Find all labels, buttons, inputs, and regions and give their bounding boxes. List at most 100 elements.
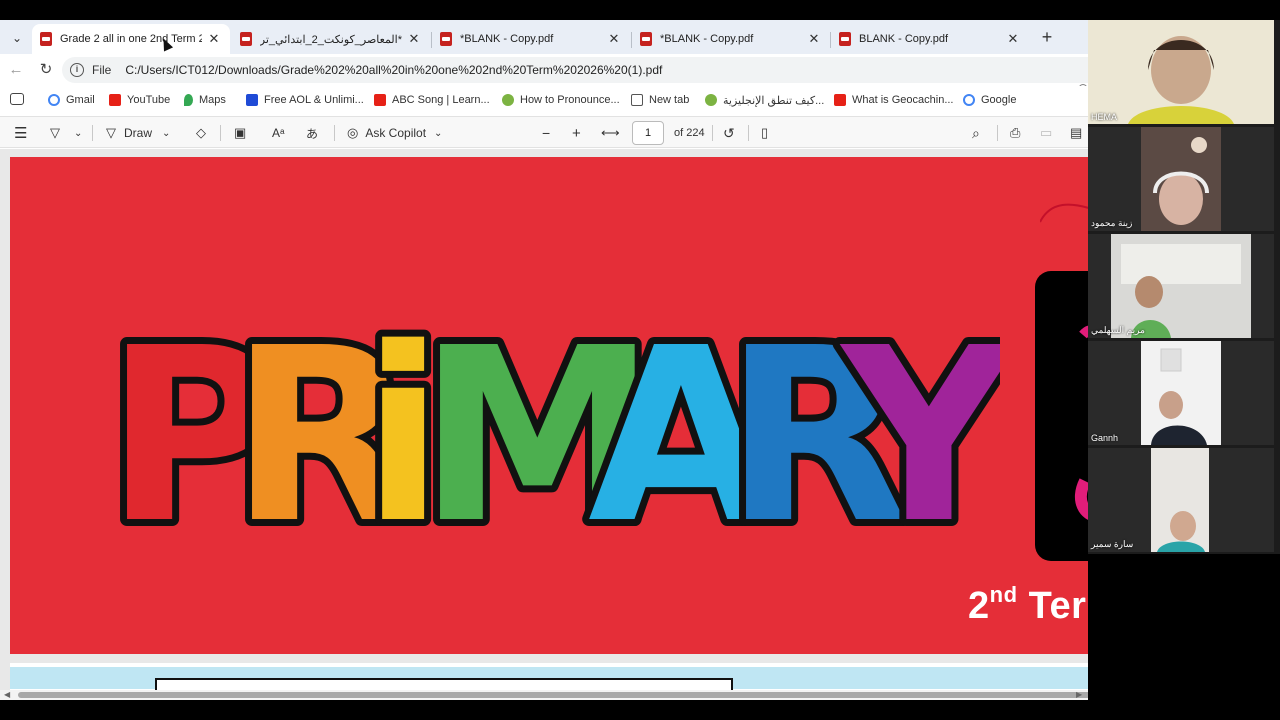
bookmark-label: How to Pronounce... xyxy=(520,94,620,106)
participant-tile[interactable]: Gannh xyxy=(1088,341,1274,445)
gmail-icon xyxy=(48,94,60,106)
toolbar-separator xyxy=(712,125,713,141)
eraser-icon[interactable]: ◇ xyxy=(196,124,206,142)
participant-tile[interactable]: HEMA xyxy=(1088,20,1274,124)
translate-icon[interactable]: あ xyxy=(306,124,318,142)
address-bar[interactable]: i File C:/Users/ICT012/Downloads/Grade%2… xyxy=(62,57,1088,83)
apps-icon[interactable] xyxy=(10,93,24,105)
bookmark-label: كيف تنطق الإنجليزية... xyxy=(723,94,825,107)
maps-icon xyxy=(184,94,193,106)
new-tab-plus-icon[interactable]: + xyxy=(1036,26,1058,48)
participant-name: سارة سمير xyxy=(1091,539,1134,549)
participant-name: زينة محمود xyxy=(1091,218,1133,228)
chevron-down-icon: ⌄ xyxy=(434,127,443,139)
tab-arabic-pdf[interactable]: *المعاصر_كونكت_2_ابتدائي_ترم_ثاني ✕ xyxy=(232,24,430,54)
google-icon xyxy=(963,94,975,106)
tab-blank-copy-2[interactable]: *BLANK - Copy.pdf ✕ xyxy=(632,24,830,54)
chevron-down-icon[interactable]: ⌄ xyxy=(74,124,82,142)
rotate-icon[interactable]: ↺ xyxy=(723,124,735,142)
scrollbar-thumb[interactable] xyxy=(18,692,1088,698)
tab-search-chevron-down-icon[interactable]: ⌄ xyxy=(4,26,30,50)
toolbar-separator xyxy=(997,125,998,141)
participant-tile[interactable]: سارة سمير xyxy=(1088,448,1274,552)
pdf-viewer[interactable]: P R i M A R Y 2nd Term 2026 xyxy=(0,149,1088,690)
draw-label: Draw xyxy=(124,126,153,140)
draw-button[interactable]: ▽ Draw ⌄ xyxy=(106,124,170,142)
participant-name: Gannh xyxy=(1091,433,1119,443)
tab-blank-copy-1[interactable]: *BLANK - Copy.pdf ✕ xyxy=(432,24,630,54)
aol-icon xyxy=(246,94,258,106)
page-number-input[interactable]: 1 xyxy=(632,121,664,145)
close-icon[interactable]: ✕ xyxy=(806,31,822,47)
bookmark-gmail[interactable]: Gmail xyxy=(48,92,95,108)
bookmark-youtube[interactable]: YouTube xyxy=(109,92,170,108)
print-icon[interactable]: ⎙ xyxy=(1010,124,1020,142)
bookmark-how-to-pronounce[interactable]: How to Pronounce... xyxy=(502,92,620,108)
participant-tile[interactable]: مريم السهلمي xyxy=(1088,234,1274,338)
draw-pen-icon: ▽ xyxy=(106,125,116,140)
youtube-icon xyxy=(374,94,386,106)
toolbar-separator xyxy=(92,125,93,141)
save-as-icon[interactable]: ▤ xyxy=(1070,124,1082,142)
tab-grade2-pdf[interactable]: Grade 2 all in one 2nd Term 2026 ✕ xyxy=(32,24,230,54)
participant-video xyxy=(1141,127,1221,231)
close-icon[interactable]: ✕ xyxy=(206,31,222,47)
bookmark-aol[interactable]: Free AOL & Unlimi... xyxy=(246,92,364,108)
search-icon[interactable]: ⌕ xyxy=(972,124,980,142)
primary-title-logo: P R i M A R Y xyxy=(100,289,1000,547)
bookmark-arabic-pronounce[interactable]: كيف تنطق الإنجليزية... xyxy=(705,92,824,108)
bookmark-google[interactable]: Google xyxy=(963,92,1016,108)
newtab-icon xyxy=(631,94,643,106)
participant-video xyxy=(1111,234,1251,338)
bookmarks-bar: Gmail YouTube Maps Free AOL & Unlimi... … xyxy=(0,86,1088,114)
participant-tile[interactable]: زينة محمود xyxy=(1088,127,1274,231)
highlight-icon[interactable]: ▽ xyxy=(50,124,60,142)
participant-video xyxy=(1141,341,1221,445)
zoom-in-button[interactable]: + xyxy=(572,124,581,142)
read-aloud-icon[interactable]: Aᵃ xyxy=(272,124,284,142)
fit-width-icon[interactable]: ⟷ xyxy=(601,124,620,142)
ask-copilot-button[interactable]: ◎ Ask Copilot ⌄ xyxy=(347,124,442,142)
address-toolbar: ← ↻ i File C:/Users/ICT012/Downloads/Gra… xyxy=(0,54,1088,86)
pdf-icon xyxy=(440,32,452,46)
term-label: 2nd Term 2026 xyxy=(968,582,1088,628)
toolbar-separator xyxy=(748,125,749,141)
participant-video xyxy=(1151,448,1209,552)
bookmark-abc-song[interactable]: ABC Song | Learn... xyxy=(374,92,490,108)
bookmark-label: Free AOL & Unlimi... xyxy=(264,94,364,106)
page-total-label: of 224 xyxy=(674,127,705,139)
bookmark-new-tab[interactable]: New tab xyxy=(631,92,689,108)
reload-icon[interactable]: ↻ xyxy=(36,60,56,80)
horizontal-scrollbar[interactable]: ◀ ▶ xyxy=(0,690,1088,700)
bookmark-label: Gmail xyxy=(66,94,95,106)
scroll-left-icon[interactable]: ◀ xyxy=(4,690,10,700)
ask-copilot-label: Ask Copilot xyxy=(365,126,427,140)
zoom-out-button[interactable]: − xyxy=(542,124,550,142)
browser-window: ⌄ Grade 2 all in one 2nd Term 2026 ✕ *ال… xyxy=(0,20,1088,700)
toolbar-separator xyxy=(220,125,221,141)
bookmark-geocaching[interactable]: What is Geocachin... xyxy=(834,92,954,108)
tab-blank-copy-3[interactable]: BLANK - Copy.pdf ✕ xyxy=(831,24,1029,54)
pdf-icon xyxy=(240,32,252,46)
url-scheme-label: File xyxy=(92,63,112,77)
grade-badge-graphic xyxy=(1074,325,1088,520)
info-icon[interactable]: i xyxy=(70,63,84,77)
bookmark-label: ABC Song | Learn... xyxy=(392,94,490,106)
participant-name: مريم السهلمي xyxy=(1091,325,1145,335)
youtube-icon xyxy=(109,94,121,106)
close-icon[interactable]: ✕ xyxy=(406,31,422,47)
participant-name: HEMA xyxy=(1091,112,1118,122)
scroll-right-icon[interactable]: ▶ xyxy=(1076,690,1082,700)
grade-badge xyxy=(1035,271,1088,561)
back-arrow-icon[interactable]: ← xyxy=(6,60,26,80)
bookmark-label: YouTube xyxy=(127,94,171,106)
close-icon[interactable]: ✕ xyxy=(1005,31,1021,47)
bookmark-maps[interactable]: Maps xyxy=(184,92,226,108)
url-text[interactable]: C:/Users/ICT012/Downloads/Grade%202%20al… xyxy=(125,63,662,77)
close-icon[interactable]: ✕ xyxy=(606,31,622,47)
page-view-icon[interactable]: ▯ xyxy=(761,124,768,142)
contents-list-icon[interactable]: ☰ xyxy=(14,124,27,142)
tab-title: *BLANK - Copy.pdf xyxy=(660,33,754,45)
text-box-icon[interactable]: ▣ xyxy=(234,124,246,142)
save-icon[interactable]: ▭ xyxy=(1040,124,1052,142)
